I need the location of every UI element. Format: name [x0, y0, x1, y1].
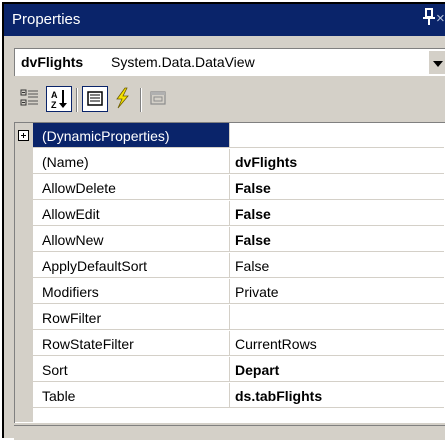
property-name-cell[interactable]: AllowDelete — [33, 175, 230, 200]
property-value: False — [235, 258, 270, 274]
property-row-allowdelete[interactable]: AllowDelete False — [15, 175, 444, 201]
property-name-cell[interactable]: RowFilter — [33, 305, 230, 330]
property-value: dvFlights — [235, 154, 298, 170]
chevron-down-icon — [433, 61, 443, 67]
property-value: ds.tabFlights — [235, 388, 323, 404]
svg-text:Z: Z — [51, 100, 57, 110]
property-value: Depart — [235, 362, 280, 378]
property-value-cell[interactable]: Depart — [230, 357, 444, 382]
titlebar: Properties × — [4, 4, 445, 36]
object-type: System.Data.DataView — [111, 54, 255, 70]
events-lightning-icon — [116, 87, 129, 109]
property-row-table[interactable]: Table ds.tabFlights — [15, 383, 444, 409]
description-splitter[interactable] — [14, 425, 445, 426]
svg-text:A: A — [51, 90, 58, 100]
property-row-dynamicproperties[interactable]: (DynamicProperties) — [15, 123, 444, 149]
categorized-button[interactable] — [18, 86, 44, 112]
property-name: Modifiers — [42, 284, 99, 300]
expand-plus-icon[interactable] — [18, 130, 29, 141]
object-dropdown-button[interactable] — [428, 50, 445, 74]
property-row-allownew[interactable]: AllowNew False — [15, 227, 444, 253]
property-name: AllowEdit — [42, 206, 100, 222]
property-value-cell[interactable]: False — [230, 201, 444, 226]
property-row-rowstatefilter[interactable]: RowStateFilter CurrentRows — [15, 331, 444, 357]
property-value: Private — [235, 284, 279, 300]
property-row-rowfilter[interactable]: RowFilter — [15, 305, 444, 331]
property-name: AllowDelete — [42, 180, 116, 196]
description-pane — [14, 428, 445, 440]
property-name-cell[interactable]: ApplyDefaultSort — [33, 253, 230, 278]
object-selector[interactable]: dvFlights System.Data.DataView — [14, 48, 445, 76]
close-icon[interactable]: × — [436, 10, 445, 27]
property-name: ApplyDefaultSort — [42, 258, 148, 274]
toolbar: A Z — [14, 84, 445, 116]
pin-icon[interactable] — [422, 7, 436, 27]
property-name: (Name) — [42, 154, 89, 170]
property-name-cell[interactable]: (Name) — [33, 149, 230, 174]
property-value: False — [235, 206, 271, 222]
property-name: Table — [42, 388, 76, 404]
property-name-cell[interactable]: Table — [33, 383, 230, 408]
alphabetical-sort-icon: A Z — [51, 90, 67, 110]
property-row-applydefaultsort[interactable]: ApplyDefaultSort False — [15, 253, 444, 279]
property-value-cell[interactable]: ds.tabFlights — [230, 383, 444, 408]
property-value-cell[interactable]: Private — [230, 279, 444, 304]
property-pages-button[interactable] — [146, 86, 172, 112]
property-value: False — [235, 232, 271, 248]
property-row-name[interactable]: (Name) dvFlights — [15, 149, 444, 175]
object-name: dvFlights — [21, 54, 84, 70]
property-name-cell[interactable]: Sort — [33, 357, 230, 382]
properties-window: Properties × dvFlights System.Data.DataV… — [2, 2, 445, 440]
property-value-cell[interactable]: dvFlights — [230, 149, 444, 174]
toolbar-separator — [140, 88, 142, 112]
property-name-cell[interactable]: Modifiers — [33, 279, 230, 304]
property-name-cell[interactable]: AllowNew — [33, 227, 230, 252]
property-value-cell[interactable]: CurrentRows — [230, 331, 444, 356]
property-pages-icon — [150, 91, 166, 105]
property-row-sort[interactable]: Sort Depart — [15, 357, 444, 383]
property-name-cell[interactable]: AllowEdit — [33, 201, 230, 226]
property-name-cell[interactable]: RowStateFilter — [33, 331, 230, 356]
property-value-cell[interactable]: False — [230, 175, 444, 200]
property-value-cell[interactable] — [230, 123, 444, 148]
property-value-cell[interactable] — [230, 305, 444, 330]
property-value-cell[interactable]: False — [230, 227, 444, 252]
toolbar-separator — [76, 88, 78, 112]
window-title: Properties — [12, 11, 81, 28]
property-value: False — [235, 180, 271, 196]
property-value-cell[interactable]: False — [230, 253, 444, 278]
property-name: RowStateFilter — [42, 336, 134, 352]
categorized-icon — [20, 89, 38, 106]
events-button[interactable] — [110, 86, 136, 112]
properties-icon — [87, 91, 103, 106]
properties-button[interactable] — [82, 86, 108, 112]
property-name-cell[interactable]: (DynamicProperties) — [33, 123, 230, 148]
alphabetical-button[interactable]: A Z — [46, 86, 72, 112]
property-value: CurrentRows — [235, 336, 317, 352]
property-name: AllowNew — [42, 232, 104, 248]
property-name: RowFilter — [42, 310, 102, 326]
property-name: (DynamicProperties) — [42, 128, 170, 144]
property-grid: (DynamicProperties) (Name) dvFlights All… — [14, 122, 445, 423]
property-name: Sort — [42, 362, 68, 378]
property-row-modifiers[interactable]: Modifiers Private — [15, 279, 444, 305]
property-row-allowedit[interactable]: AllowEdit False — [15, 201, 444, 227]
